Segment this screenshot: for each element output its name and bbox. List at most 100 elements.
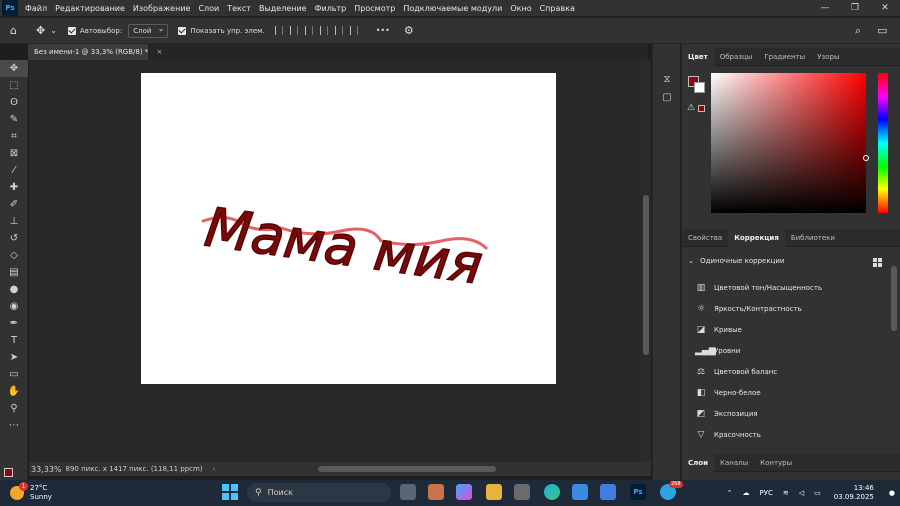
tab-patterns[interactable]: Узоры [811, 48, 845, 66]
grid-view-icon[interactable] [873, 258, 882, 267]
file-explorer-icon[interactable] [486, 484, 502, 500]
menu-plugins[interactable]: Подключаемые модули [399, 4, 506, 13]
lasso-tool-icon[interactable]: ʘ [0, 94, 28, 111]
autoselect-checkbox[interactable]: Автовыбор: [67, 26, 122, 35]
telegram-icon[interactable]: 268 [660, 481, 683, 500]
align-vcenter-icon[interactable] [334, 26, 343, 35]
menu-file[interactable]: Файл [21, 4, 51, 13]
adjustment-vibrance[interactable]: ▽ Красочность [695, 427, 761, 443]
wifi-icon[interactable]: ≋ [783, 489, 789, 497]
taskbar-search[interactable]: ⚲ Поиск [247, 483, 391, 502]
weather-widget[interactable]: 1 27°C Sunny [10, 480, 52, 506]
dodge-tool-icon[interactable]: ◉ [0, 298, 28, 315]
quick-select-tool-icon[interactable]: ✎ [0, 111, 28, 128]
hue-slider[interactable] [878, 73, 888, 213]
adjustment-levels[interactable]: ▂▄▆ Уровни [695, 343, 740, 359]
autoselect-dropdown[interactable]: Слой [128, 23, 169, 38]
more-options-button[interactable]: ••• [376, 26, 390, 35]
search-icon[interactable]: ⌕ [855, 24, 861, 38]
align-right-icon[interactable] [304, 26, 313, 35]
gradient-tool-icon[interactable]: ▤ [0, 264, 28, 281]
pen-tool-icon[interactable]: ✒ [0, 315, 28, 332]
horizontal-scrollbar[interactable] [318, 466, 496, 472]
tool-preset-chevron-icon[interactable]: ⌄ [50, 26, 57, 35]
eyedropper-tool-icon[interactable]: ⁄ [0, 162, 28, 179]
restore-button[interactable]: ❐ [840, 3, 870, 13]
frame-tool-icon[interactable]: ⊠ [0, 145, 28, 162]
tab-swatches[interactable]: Образцы [714, 48, 759, 66]
hand-tool-icon[interactable]: ✋ [0, 383, 28, 400]
tray-chevron-icon[interactable]: ⌃ [727, 489, 733, 497]
single-adjustments-header[interactable]: ⌄ Одиночные коррекции [688, 257, 784, 265]
color-picker-field[interactable] [711, 73, 869, 213]
photoshop-taskbar-icon[interactable]: Ps [630, 484, 646, 500]
document-info[interactable]: 890 пикс. x 1417 пикс. (118,11 ppcm) [66, 465, 203, 473]
tab-paths[interactable]: Контуры [754, 454, 798, 472]
more-tools-icon[interactable]: ⋯ [0, 417, 28, 434]
tab-gradients[interactable]: Градиенты [758, 48, 811, 66]
eraser-tool-icon[interactable]: ◇ [0, 247, 28, 264]
vertical-scrollbar[interactable] [641, 60, 651, 462]
menu-type[interactable]: Текст [223, 4, 255, 13]
gear-icon[interactable]: ⚙ [404, 24, 414, 37]
document-canvas[interactable]: Мама мия [141, 73, 556, 384]
tab-adjustments[interactable]: Коррекция [728, 228, 785, 247]
path-select-tool-icon[interactable]: ➤ [0, 349, 28, 366]
history-icon[interactable]: ⧖ [653, 70, 681, 88]
clock[interactable]: 13:46 03.09.2025 [834, 484, 874, 502]
adjustments-scrollbar[interactable] [891, 266, 897, 331]
battery-icon[interactable]: ▭ [814, 489, 821, 497]
document-tab[interactable]: Без имени-1 @ 33,3% (RGB/8) * × [28, 44, 162, 60]
tab-layers[interactable]: Слои [682, 453, 714, 472]
close-button[interactable]: ✕ [870, 3, 900, 13]
adjustment-exposure[interactable]: ◩ Экспозиция [695, 406, 758, 422]
home-icon[interactable]: ⌂ [10, 24, 17, 37]
panel-background-swatch[interactable] [694, 82, 705, 93]
move-tool-icon[interactable]: ✥ [36, 24, 45, 37]
windows-start-icon[interactable] [222, 484, 238, 500]
pinned-app-icon[interactable] [514, 484, 530, 500]
copilot-icon[interactable] [456, 484, 472, 500]
foreground-color-swatch[interactable] [4, 468, 13, 477]
task-view-icon[interactable] [400, 484, 416, 500]
align-bottom-icon[interactable] [349, 26, 358, 35]
edge-browser-icon[interactable] [544, 484, 560, 500]
workspace-icon[interactable]: ▭ [877, 24, 887, 37]
show-controls-checkbox[interactable]: Показать упр. элем. [178, 26, 265, 35]
type-tool-icon[interactable]: T [0, 332, 28, 349]
notifications-icon[interactable]: ● [889, 489, 895, 497]
healing-tool-icon[interactable]: ✚ [0, 179, 28, 196]
zoom-tool-icon[interactable]: ⚲ [0, 400, 28, 417]
cloud-icon[interactable]: ☁ [743, 489, 750, 497]
volume-icon[interactable]: ◁ [799, 489, 804, 497]
shape-tool-icon[interactable]: ▭ [0, 366, 28, 383]
brush-tool-icon[interactable]: ✐ [0, 196, 28, 213]
scroll-left-icon[interactable]: ‹ [213, 465, 216, 473]
menu-filter[interactable]: Фильтр [311, 4, 351, 13]
tab-properties[interactable]: Свойства [682, 229, 728, 247]
marquee-tool-icon[interactable]: ⬚ [0, 77, 28, 94]
stamp-tool-icon[interactable]: ⊥ [0, 213, 28, 230]
zoom-level[interactable]: 33,33% [31, 465, 62, 474]
menu-view[interactable]: Просмотр [350, 4, 399, 13]
tab-color[interactable]: Цвет [682, 47, 714, 66]
menu-layers[interactable]: Слои [194, 4, 223, 13]
crop-tool-icon[interactable]: ⌗ [0, 128, 28, 145]
adjustment-hue-saturation[interactable]: ▥ Цветовой тон/Насыщенность [695, 280, 822, 296]
comments-icon[interactable]: ▢ [653, 88, 681, 106]
menu-window[interactable]: Окно [506, 4, 535, 13]
tab-channels[interactable]: Каналы [714, 454, 754, 472]
move-tool-icon[interactable]: ✥ [0, 60, 28, 77]
tab-libraries[interactable]: Библиотеки [785, 229, 841, 247]
blur-tool-icon[interactable]: ● [0, 281, 28, 298]
menu-image[interactable]: Изображение [129, 4, 195, 13]
app-pinned-icon[interactable] [428, 484, 444, 500]
align-hcenter-icon[interactable] [289, 26, 298, 35]
adjustment-black-white[interactable]: ◧ Черно-белое [695, 385, 761, 401]
store-icon[interactable] [572, 484, 588, 500]
gamut-swatch[interactable] [698, 105, 705, 112]
picker-cursor[interactable] [863, 155, 869, 161]
adjustment-brightness-contrast[interactable]: ☼ Яркость/Контрастность [695, 301, 802, 317]
close-tab-icon[interactable]: × [157, 48, 163, 56]
language-indicator[interactable]: РУС [760, 489, 773, 497]
